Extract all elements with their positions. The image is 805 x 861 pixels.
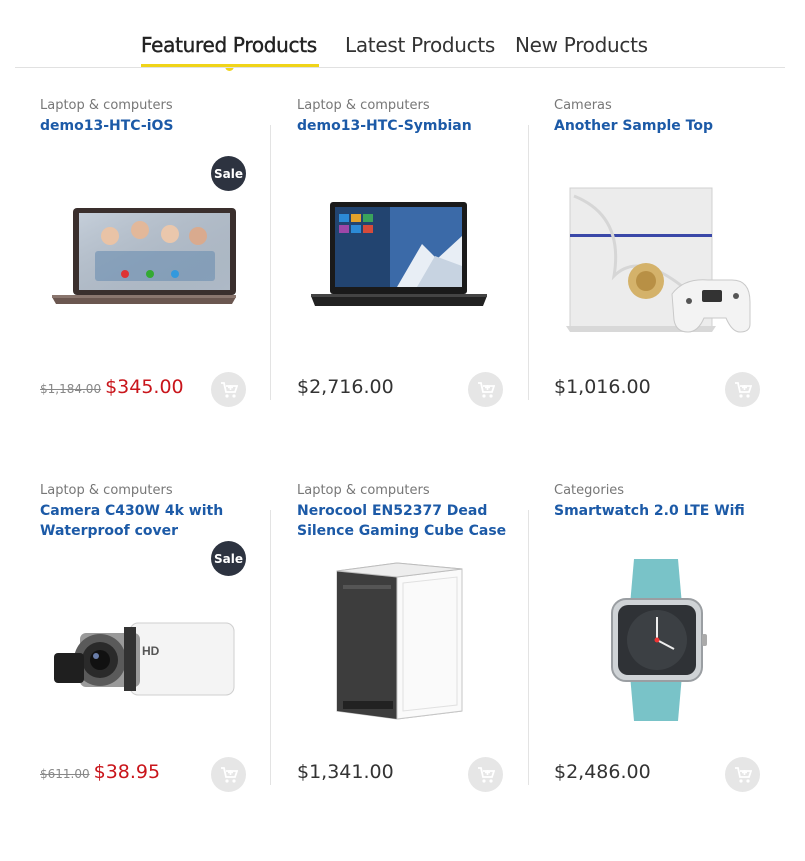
product-price: $611.00 $38.95: [40, 761, 160, 785]
product-image[interactable]: [554, 541, 764, 731]
add-to-cart-button[interactable]: [725, 757, 760, 792]
product-category[interactable]: Laptop & computers: [40, 483, 173, 498]
product-title[interactable]: Camera C430W 4k with Waterproof cover: [40, 501, 260, 541]
product-category[interactable]: Laptop & computers: [297, 98, 430, 113]
product-image[interactable]: [297, 156, 507, 346]
pc-case-icon: [336, 562, 463, 720]
product-price: $2,716.00: [297, 376, 394, 400]
laptop-icon: [311, 202, 487, 306]
product-title[interactable]: Smartwatch 2.0 LTE Wifi: [554, 501, 774, 521]
add-to-cart-button[interactable]: [211, 757, 246, 792]
column-divider: [270, 125, 271, 400]
column-divider: [528, 510, 529, 785]
product-card: Laptop & computers Nerocool EN52377 Dead…: [297, 483, 517, 803]
tab-featured-products[interactable]: Featured Products: [141, 33, 318, 57]
cart-plus-icon: [734, 766, 752, 783]
cart-plus-icon: [477, 381, 495, 398]
product-card: Laptop & computers demo13-HTC-Symbian $2…: [297, 98, 517, 418]
old-price: $1,184.00: [40, 382, 102, 396]
product-title[interactable]: demo13-HTC-iOS: [40, 116, 260, 136]
smartwatch-icon: [611, 559, 707, 721]
product-image[interactable]: [554, 156, 764, 346]
old-price: $611.00: [40, 767, 90, 781]
product-price: $1,341.00: [297, 761, 394, 785]
add-to-cart-button[interactable]: [468, 372, 503, 407]
sale-badge: Sale: [211, 156, 246, 191]
product-card: Laptop & computers Camera C430W 4k with …: [40, 483, 260, 803]
column-divider: [528, 125, 529, 400]
product-category[interactable]: Laptop & computers: [40, 98, 173, 113]
add-to-cart-button[interactable]: [211, 372, 246, 407]
sale-price: $345.00: [105, 376, 184, 398]
product-image[interactable]: [297, 541, 507, 731]
regular-price: $2,486.00: [554, 761, 651, 783]
product-title[interactable]: Another Sample Top: [554, 116, 774, 136]
product-price: $2,486.00: [554, 761, 651, 785]
cart-plus-icon: [220, 381, 238, 398]
product-card: Categories Smartwatch 2.0 LTE Wifi $2,48…: [554, 483, 774, 803]
tab-new-products[interactable]: New Products: [515, 33, 648, 57]
product-card: Laptop & computers demo13-HTC-iOS Sale $…: [40, 98, 260, 418]
product-price: $1,184.00 $345.00: [40, 376, 184, 400]
regular-price: $2,716.00: [297, 376, 394, 398]
product-title[interactable]: Nerocool EN52377 Dead Silence Gaming Cub…: [297, 501, 517, 541]
cart-plus-icon: [220, 766, 238, 783]
product-title[interactable]: demo13-HTC-Symbian: [297, 116, 517, 136]
sale-badge: Sale: [211, 541, 246, 576]
column-divider: [270, 510, 271, 785]
regular-price: $1,016.00: [554, 376, 651, 398]
add-to-cart-button[interactable]: [725, 372, 760, 407]
product-category[interactable]: Categories: [554, 483, 624, 498]
game-console-icon: [566, 187, 751, 333]
svg-text:HD: HD: [142, 644, 160, 658]
sale-price: $38.95: [93, 761, 161, 783]
product-tabs: Featured Products Latest Products New Pr…: [0, 0, 805, 71]
regular-price: $1,341.00: [297, 761, 394, 783]
product-price: $1,016.00: [554, 376, 651, 400]
product-card: Cameras Another Sample Top $1,016.00: [554, 98, 774, 418]
cart-plus-icon: [477, 766, 495, 783]
cart-plus-icon: [734, 381, 752, 398]
add-to-cart-button[interactable]: [468, 757, 503, 792]
tab-latest-products[interactable]: Latest Products: [345, 33, 495, 57]
product-category[interactable]: Cameras: [554, 98, 612, 113]
product-category[interactable]: Laptop & computers: [297, 483, 430, 498]
tabs-divider: [15, 67, 785, 68]
